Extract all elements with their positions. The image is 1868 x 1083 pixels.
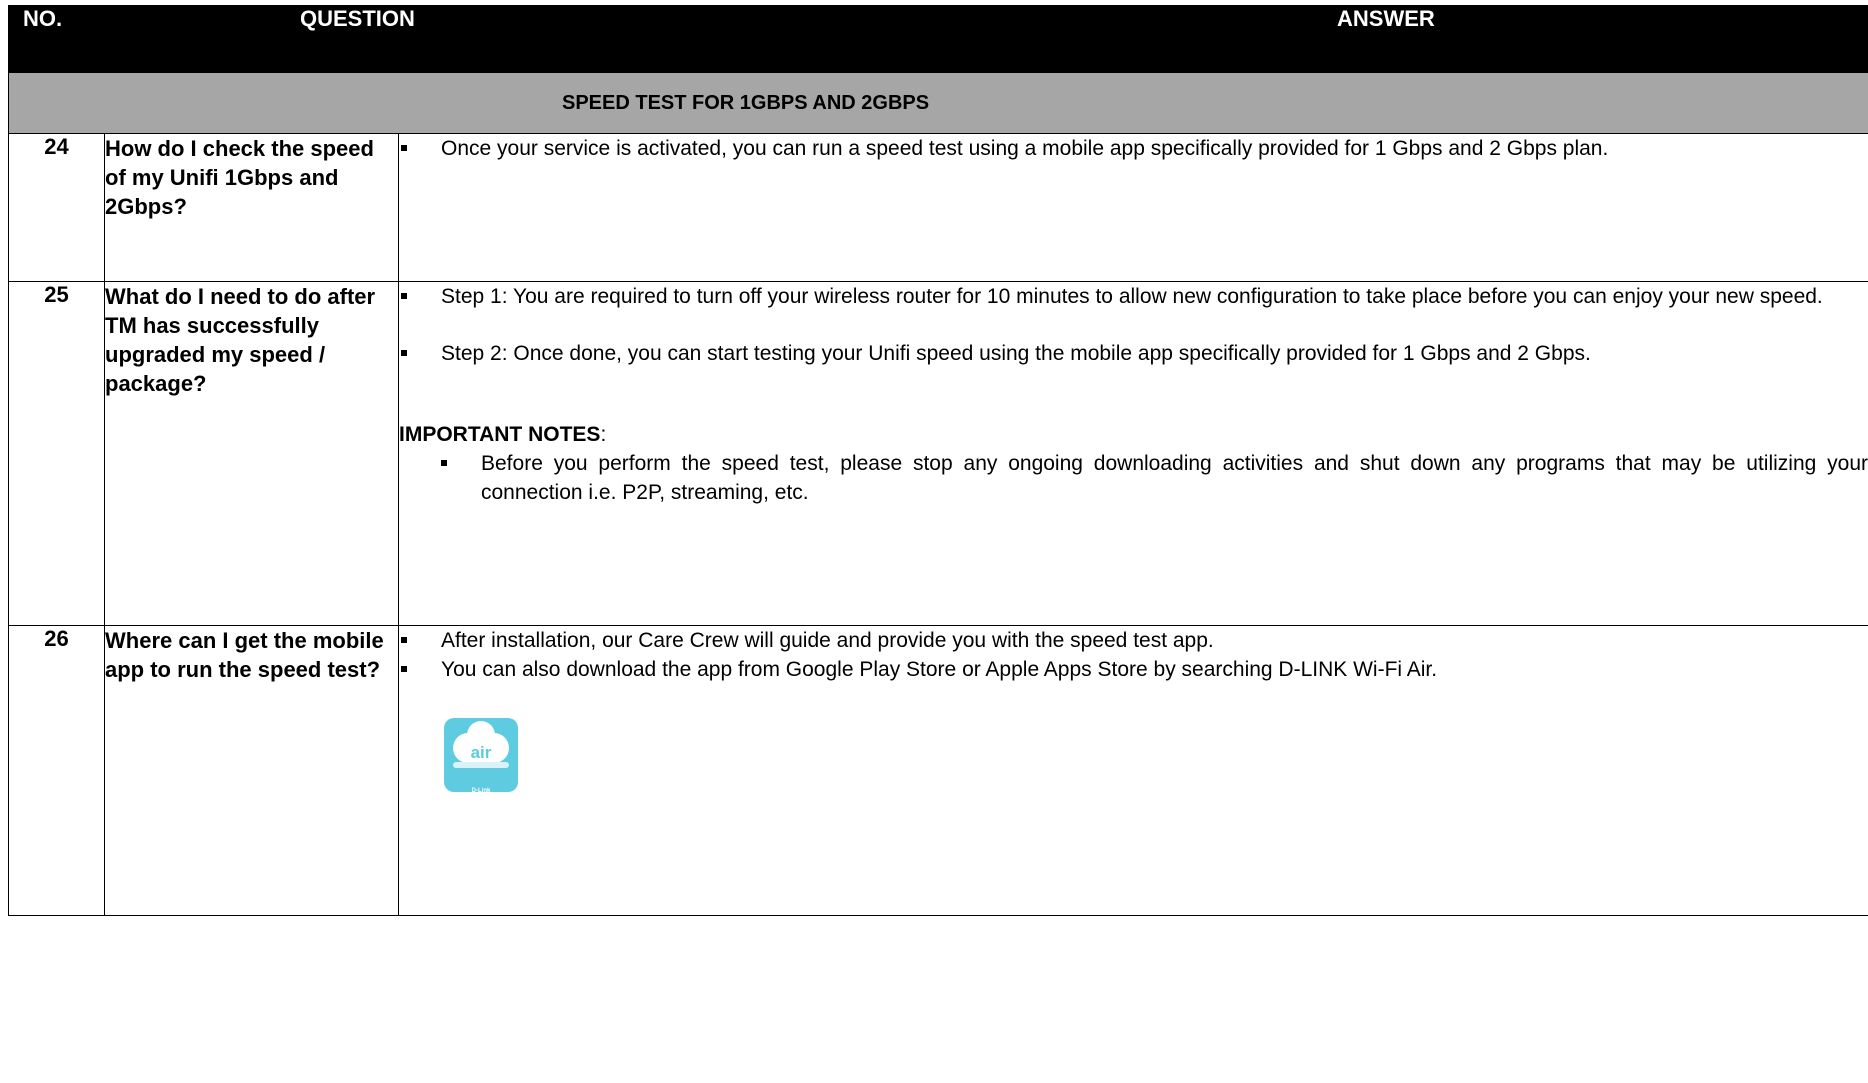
header-no: NO.	[8, 5, 105, 73]
answer-cell: Step 1: You are required to turn off you…	[398, 281, 1868, 626]
question-text: Where can I get the mobile app to run th…	[104, 625, 399, 916]
section-title: SPEED TEST FOR 1GBPS AND 2GBPS	[8, 72, 1868, 134]
header-row: NO. QUESTION ANSWER	[8, 5, 1868, 73]
section-row: SPEED TEST FOR 1GBPS AND 2GBPS	[8, 72, 1868, 134]
notes-title-text: IMPORTANT NOTES	[399, 423, 601, 446]
answer-cell: Once your service is activated, you can …	[398, 133, 1868, 282]
answer-bullet: Step 1: You are required to turn off you…	[399, 282, 1868, 311]
answer-bullet: After installation, our Care Crew will g…	[399, 626, 1868, 655]
table-row: 25 What do I need to do after TM has suc…	[8, 281, 1868, 626]
answer-bullet: You can also download the app from Googl…	[399, 655, 1868, 684]
row-number: 24	[8, 133, 105, 282]
question-text: What do I need to do after TM has succes…	[104, 281, 399, 626]
row-number: 25	[8, 281, 105, 626]
app-icon-word: air	[470, 743, 492, 762]
important-notes-heading: IMPORTANT NOTES:	[399, 420, 1868, 449]
notes-title-colon: :	[600, 423, 607, 446]
answer-bullet: Once your service is activated, you can …	[399, 134, 1868, 163]
table-row: 24 How do I check the speed of my Unifi …	[8, 133, 1868, 282]
answer-cell: After installation, our Care Crew will g…	[398, 625, 1868, 916]
header-answer: ANSWER	[398, 5, 1868, 73]
note-bullet: Before you perform the speed test, pleas…	[439, 449, 1868, 507]
dlink-wifi-air-app-icon: air D-Link	[444, 718, 518, 794]
faq-table: NO. QUESTION ANSWER SPEED TEST FOR 1GBPS…	[8, 5, 1868, 916]
question-text: How do I check the speed of my Unifi 1Gb…	[104, 133, 399, 282]
row-number: 26	[8, 625, 105, 916]
answer-bullet: Step 2: Once done, you can start testing…	[399, 339, 1868, 368]
app-icon-brand: D-Link	[471, 788, 491, 794]
header-question: QUESTION	[104, 5, 415, 73]
table-row: 26 Where can I get the mobile app to run…	[8, 625, 1868, 916]
